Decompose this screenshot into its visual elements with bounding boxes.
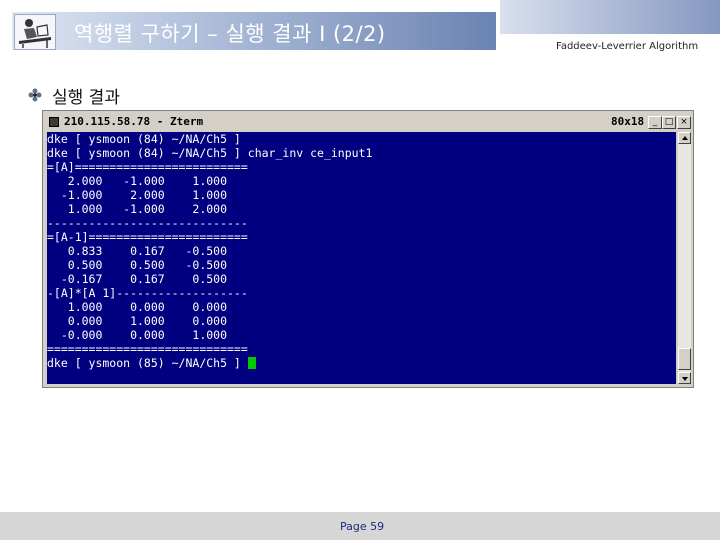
vertical-scrollbar[interactable] bbox=[678, 132, 691, 384]
arrow-up-icon bbox=[682, 136, 688, 140]
text-cursor bbox=[247, 357, 256, 369]
terminal-line: 0.000 1.000 0.000 bbox=[47, 314, 228, 328]
terminal-line: =[A]========================= bbox=[47, 160, 248, 174]
terminal-prompt-line: dke [ ysmoon (85) ~/NA/Ch5 ] bbox=[47, 356, 256, 370]
terminal-line: ----------------------------- bbox=[47, 216, 248, 230]
terminal-titlebar[interactable]: 210.115.58.78 - Zterm 80x18 _ □ × bbox=[45, 113, 691, 131]
terminal-line: 2.000 -1.000 1.000 bbox=[47, 174, 228, 188]
page-subtitle: Faddeev-Leverrier Algorithm bbox=[556, 41, 699, 52]
terminal-line: -0.000 0.000 1.000 bbox=[47, 328, 228, 342]
terminal-screen[interactable]: dke [ ysmoon (84) ~/NA/Ch5 ] dke [ ysmoo… bbox=[47, 132, 676, 384]
terminal-title: 210.115.58.78 - Zterm bbox=[64, 115, 204, 128]
terminal-window: 210.115.58.78 - Zterm 80x18 _ □ × dke [ … bbox=[42, 110, 694, 388]
terminal-prompt: dke [ ysmoon (85) ~/NA/Ch5 ] bbox=[47, 356, 248, 370]
terminal-line: 1.000 -1.000 2.000 bbox=[47, 202, 228, 216]
scroll-down-button[interactable] bbox=[678, 372, 691, 384]
minimize-button[interactable]: _ bbox=[648, 116, 662, 129]
terminal-line: dke [ ysmoon (84) ~/NA/Ch5 ] bbox=[47, 132, 241, 146]
person-at-desk-icon bbox=[14, 14, 56, 50]
terminal-line: ============================= bbox=[47, 342, 248, 356]
terminal-line: dke [ ysmoon (84) ~/NA/Ch5 ] char_inv ce… bbox=[47, 146, 373, 160]
page-number: Page 59 bbox=[340, 520, 385, 533]
terminal-line: 1.000 0.000 0.000 bbox=[47, 300, 228, 314]
terminal-line: =[A-1]======================= bbox=[47, 230, 248, 244]
bullet-label: 실행 결과 bbox=[52, 88, 120, 108]
scroll-thumb[interactable] bbox=[678, 348, 691, 370]
terminal-line: -[A]*[A 1]------------------- bbox=[47, 286, 248, 300]
close-button[interactable]: × bbox=[677, 116, 691, 129]
maximize-button[interactable]: □ bbox=[662, 116, 676, 129]
flower-bullet-icon bbox=[28, 87, 42, 102]
page-title: 역행렬 구하기 – 실행 결과 I (2/2) bbox=[74, 22, 386, 46]
arrow-down-icon bbox=[682, 377, 688, 381]
terminal-system-icon[interactable] bbox=[49, 117, 59, 127]
terminal-size-indicator: 80x18 bbox=[611, 115, 645, 128]
terminal-line: -0.167 0.167 0.500 bbox=[47, 272, 228, 286]
header-band bbox=[500, 0, 720, 34]
scroll-up-button[interactable] bbox=[678, 132, 691, 144]
terminal-line: 0.500 0.500 -0.500 bbox=[47, 258, 228, 272]
terminal-line: 0.833 0.167 -0.500 bbox=[47, 244, 228, 258]
terminal-line: -1.000 2.000 1.000 bbox=[47, 188, 228, 202]
